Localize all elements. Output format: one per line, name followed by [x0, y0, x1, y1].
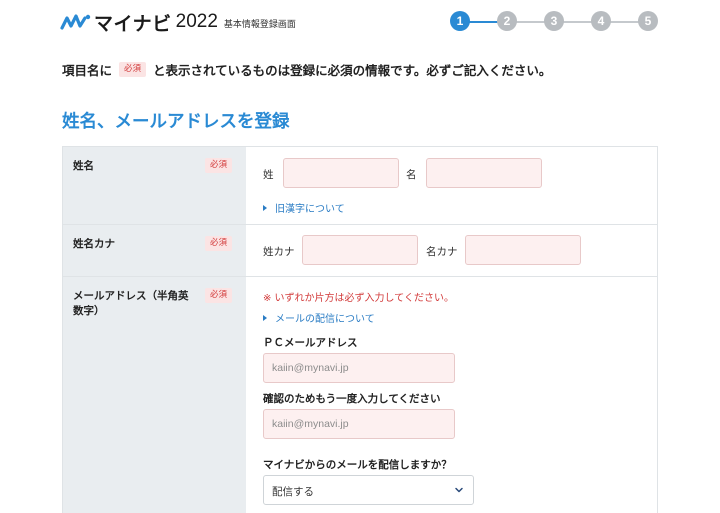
- intro-before: 項目名に: [62, 63, 113, 78]
- old-kanji-link[interactable]: 旧漢字について: [263, 200, 345, 215]
- row-label-email: メールアドレス（半角英数字）: [73, 290, 189, 317]
- required-badge: 必須: [205, 158, 233, 173]
- mei-kana-label: 名カナ: [426, 246, 458, 258]
- chevron-down-icon: [455, 487, 463, 493]
- sei-kana-label: 姓カナ: [263, 246, 295, 258]
- mail-delivery-select[interactable]: 配信する: [263, 475, 474, 505]
- pc-email-label: ＰＣメールアドレス: [263, 337, 358, 349]
- row-content: ※ いずれか片方は必ず入力してください。 メールの配信について ＰＣメールアドレ…: [246, 277, 657, 513]
- step-4: 4: [591, 11, 611, 31]
- label-cell: 姓名カナ 必須: [63, 225, 246, 276]
- sei-input[interactable]: [283, 158, 399, 188]
- email-notice: ※ いずれか片方は必ず入力してください。: [263, 293, 454, 304]
- sei-kana-input[interactable]: [302, 235, 418, 265]
- mail-delivery-link-label: メールの配信について: [275, 314, 375, 325]
- row-label-name: 姓名: [73, 160, 94, 172]
- required-badge: 必須: [119, 62, 147, 77]
- confirm-email-placeholder: kaiin@mynavi.jp: [272, 418, 349, 430]
- arrow-right-icon: [263, 314, 267, 321]
- form-row-kana: 姓名カナ 必須 姓カナ 名カナ: [63, 225, 657, 277]
- required-badge: 必須: [205, 236, 233, 251]
- pc-email-placeholder: kaiin@mynavi.jp: [272, 362, 349, 374]
- form-row-email: メールアドレス（半角英数字） 必須 ※ いずれか片方は必ず入力してください。 メ…: [63, 277, 657, 513]
- confirm-email-label: 確認のためもう一度入力してください: [263, 393, 441, 405]
- confirm-email-input[interactable]: kaiin@mynavi.jp: [263, 409, 455, 439]
- label-cell: 姓名 必須: [63, 147, 246, 224]
- step-2: 2: [497, 11, 517, 31]
- pc-email-input[interactable]: kaiin@mynavi.jp: [263, 353, 455, 383]
- intro-text: 項目名に 必須 と表示されているものは登録に必須の情報です。必ずご記入ください。: [62, 60, 551, 79]
- step-1: 1: [450, 11, 470, 31]
- mei-label: 名: [406, 169, 417, 181]
- row-content: 姓 名 旧漢字について: [246, 147, 657, 224]
- logo-subtitle: 基本情報登録画面: [223, 20, 296, 30]
- step-5: 5: [638, 11, 658, 31]
- form-row-name: 姓名 必須 姓 名 旧漢字について: [63, 147, 657, 225]
- logo-name: マイナビ: [94, 12, 172, 35]
- arrow-right-icon: [263, 204, 267, 211]
- row-content: 姓カナ 名カナ: [246, 225, 657, 276]
- mei-kana-input[interactable]: [465, 235, 581, 265]
- registration-form: 姓名 必須 姓 名 旧漢字について 姓名カナ 必須 姓カナ 名カナ メールアドレ…: [62, 146, 658, 513]
- mail-delivery-link[interactable]: メールの配信について: [263, 310, 375, 325]
- label-cell: メールアドレス（半角英数字） 必須: [63, 277, 246, 513]
- intro-after: と表示されているものは登録に必須の情報です。必ずご記入ください。: [153, 63, 552, 78]
- required-badge: 必須: [205, 288, 233, 303]
- progress-steps: 1 2 3 4 5: [450, 11, 660, 33]
- mynavi-logo-icon: [60, 14, 91, 30]
- row-label-kana: 姓名カナ: [73, 238, 115, 250]
- old-kanji-link-label: 旧漢字について: [275, 204, 345, 215]
- mei-input[interactable]: [426, 158, 542, 188]
- delivery-question: マイナビからのメールを配信しますか？: [263, 459, 452, 471]
- mail-delivery-value: 配信する: [272, 486, 314, 498]
- section-title: 姓名、メールアドレスを登録: [62, 112, 290, 132]
- step-connector: [507, 21, 648, 23]
- header: マイナビ 2022 基本情報登録画面 1 2 3 4 5: [0, 0, 720, 44]
- step-3: 3: [544, 11, 564, 31]
- sei-label: 姓: [263, 169, 274, 181]
- logo-year: 2022: [175, 11, 218, 32]
- mynavi-logo[interactable]: マイナビ 2022 基本情報登録画面: [60, 10, 296, 35]
